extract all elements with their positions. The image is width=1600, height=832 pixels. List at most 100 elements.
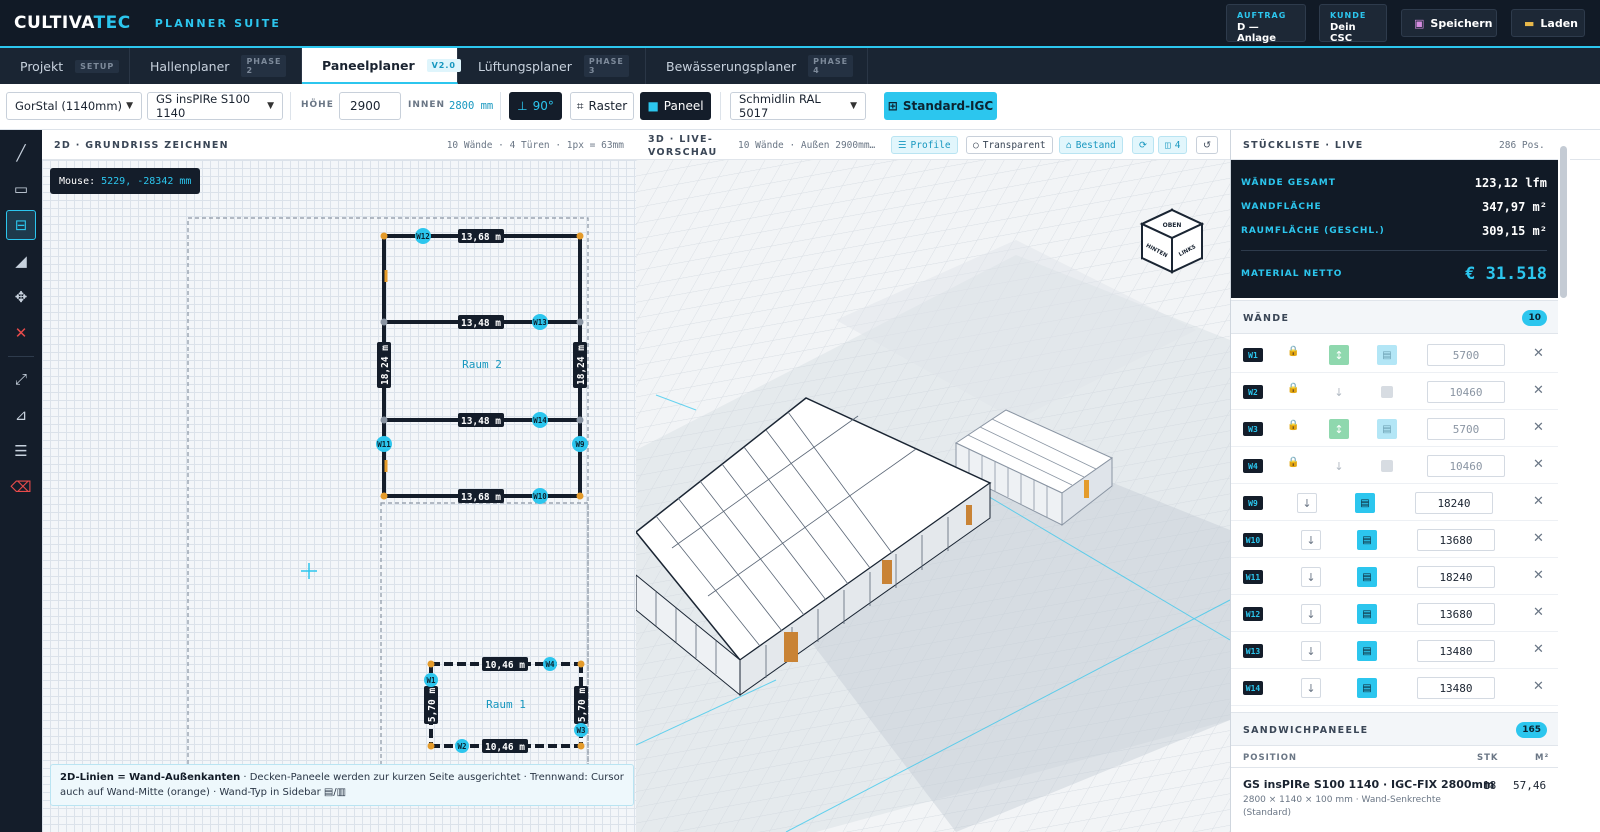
arrow-down-icon[interactable]: ↓ (1329, 382, 1349, 402)
angle-90-button[interactable]: ⊥ 90° (509, 92, 562, 120)
wall-row-w13[interactable]: W13 ↓ ▤ 13480 ✕ (1231, 632, 1559, 669)
wall-direction-icon[interactable]: ↕ (1329, 419, 1349, 439)
panel-2d-header: 2D · GRUNDRISS ZEICHNEN 10 Wände · 4 Tür… (42, 130, 636, 160)
auftrag-box[interactable]: AUFTRAG D — Anlage (1226, 4, 1306, 44)
remove-icon[interactable]: ✕ (1533, 531, 1544, 546)
wall-type-icon[interactable]: ▤ (1357, 567, 1377, 587)
lock-icon[interactable]: 🔒 (1287, 383, 1299, 394)
rectangle-tool-icon[interactable]: ▭ (6, 174, 36, 204)
wall-row-w12[interactable]: W12 ↓ ▤ 13680 ✕ (1231, 595, 1559, 632)
color-select[interactable]: Schmidlin RAL 5017 ▼ (730, 92, 866, 120)
standard-igc-button[interactable]: ⊞ Standard-IGC (884, 92, 997, 120)
tab-paneelplaner[interactable]: Paneelplaner V2.0 (302, 48, 461, 84)
wall-type-icon[interactable] (1381, 386, 1393, 398)
stueckliste-pos-count: 286 Pos. (1499, 140, 1545, 151)
wall-row-w9[interactable]: W9 ↓ ▤ 18240 ✕ (1231, 484, 1559, 521)
view-cube[interactable]: OBEN HINTEN LINKS (1139, 208, 1205, 274)
wall-row-w14[interactable]: W14 ↓ ▤ 13480 ✕ (1231, 669, 1559, 706)
lock-icon[interactable]: 🔒 (1287, 420, 1299, 431)
tab-lueftungsplaner[interactable]: Lüftungsplaner PHASE 3 (458, 48, 646, 84)
eraser-tool-icon[interactable]: ⌫ (6, 472, 36, 502)
panels-section-header[interactable]: SANDWICHPANEELE 165 (1231, 712, 1559, 746)
wall-type-icon[interactable]: ▤ (1357, 530, 1377, 550)
remove-icon[interactable]: ✕ (1533, 642, 1544, 657)
raster-button[interactable]: ⌗ Raster (570, 92, 634, 120)
floppy-icon: ▣ (1414, 16, 1425, 30)
svg-text:W9: W9 (575, 440, 585, 449)
chip-bestand[interactable]: ⌂ Bestand (1059, 136, 1123, 154)
remove-icon[interactable]: ✕ (1533, 420, 1544, 435)
stueckliste-title: STÜCKLISTE · LIVE (1243, 140, 1364, 151)
wall-direction-icon[interactable]: ↕ (1329, 345, 1349, 365)
app-window: CULTIVATEC PLANNER SUITE AUFTRAG D — Anl… (0, 0, 1600, 832)
tab-bewaesserungsplaner[interactable]: Bewässerungsplaner PHASE 4 (646, 48, 868, 84)
remove-icon[interactable]: ✕ (1533, 457, 1544, 472)
tab-hallenplaner[interactable]: Hallenplaner PHASE 2 (130, 48, 302, 84)
remove-icon[interactable]: ✕ (1533, 679, 1544, 694)
resize-tool-icon[interactable]: ⤢ (6, 364, 36, 394)
load-button[interactable]: ▬ Laden (1511, 9, 1585, 37)
wall-type-icon[interactable]: ▤ (1357, 641, 1377, 661)
remove-icon[interactable]: ✕ (1533, 568, 1544, 583)
refresh-icon[interactable]: ⟳ (1132, 136, 1154, 154)
wall-row-w11[interactable]: W11 ↓ ▤ 18240 ✕ (1231, 558, 1559, 595)
scrollbar-thumb[interactable] (1560, 146, 1567, 298)
arrow-down-icon[interactable]: ↓ (1301, 567, 1321, 587)
chevron-down-icon: ▼ (850, 101, 857, 111)
room2-doors (384, 270, 580, 472)
wall-type-icon[interactable]: ▤ (1355, 493, 1375, 513)
wall-row-w4[interactable]: W4 🔒 ↓ 10460 ✕ (1231, 447, 1559, 484)
remove-icon[interactable]: ✕ (1533, 494, 1544, 509)
auftrag-value: D — Anlage (1237, 22, 1276, 44)
wall-type-icon[interactable]: ▤ (1357, 678, 1377, 698)
arrow-down-icon[interactable]: ↓ (1301, 678, 1321, 698)
arrow-down-icon[interactable]: ↓ (1297, 493, 1317, 513)
home-icon: ⌂ (1066, 139, 1072, 151)
lock-icon[interactable]: 🔒 (1287, 457, 1299, 468)
reset-view-icon[interactable]: ↺ (1196, 136, 1218, 154)
lock-icon[interactable]: 🔒 (1287, 346, 1299, 357)
wall-type-icon[interactable]: ▤ (1357, 604, 1377, 624)
arrow-down-icon[interactable]: ↓ (1329, 456, 1349, 476)
move-tool-icon[interactable]: ✥ (6, 282, 36, 312)
arrow-down-icon[interactable]: ↓ (1301, 604, 1321, 624)
wall-row-w3[interactable]: W3 🔒 ↕ ▤ 5700 ✕ (1231, 410, 1559, 447)
remove-icon[interactable]: ✕ (1533, 605, 1544, 620)
panel-select[interactable]: GS insPIRe S100 1140 ▼ (147, 92, 283, 120)
height-input[interactable]: 2900 (339, 92, 401, 120)
toolbar-divider (500, 92, 501, 120)
partition-tool-icon[interactable]: ⊟ (6, 210, 36, 240)
tab-projekt[interactable]: Projekt SETUP (0, 48, 130, 84)
chip-profile[interactable]: ☰ Profile (891, 136, 958, 154)
measure-tool-icon[interactable]: ⊿ (6, 400, 36, 430)
paneel-button[interactable]: ■ Paneel (640, 92, 711, 120)
remove-icon[interactable]: ✕ (1533, 383, 1544, 398)
kunde-box[interactable]: KUNDE Dein CSC (1319, 4, 1387, 44)
room2-label: Raum 2 (462, 358, 502, 371)
wall-type-icon[interactable]: ▤ (1377, 345, 1397, 365)
dim-mid2: 13,48 m (461, 416, 501, 427)
save-button[interactable]: ▣ Speichern (1401, 9, 1497, 37)
floorplan-drawing[interactable]: 13,68 m 13,48 m 13,48 m 13,68 m 18,24 m … (42, 160, 636, 832)
remove-icon[interactable]: ✕ (1533, 346, 1544, 361)
svg-text:W12: W12 (416, 232, 430, 241)
wall-type-icon[interactable]: ▤ (1377, 419, 1397, 439)
grid-icon: ⊞ (887, 99, 898, 113)
panel-row[interactable]: GS insPIRe S100 1140 · IGC-FIX 2800mm 28… (1231, 770, 1559, 818)
arrow-down-icon[interactable]: ↓ (1301, 530, 1321, 550)
profile-select[interactable]: GorStal (1140mm) ▼ (6, 92, 142, 120)
angle-tool-icon[interactable]: ◢ (6, 246, 36, 276)
arrow-down-icon[interactable]: ↓ (1301, 641, 1321, 661)
wall-row-w10[interactable]: W10 ↓ ▤ 13680 ✕ (1231, 521, 1559, 558)
walls-section-header[interactable]: WÄNDE 10 (1231, 300, 1559, 334)
hint-box: 2D-Linien = Wand-Außenkanten · Decken-Pa… (50, 764, 634, 806)
line-tool-icon[interactable]: ╱ (6, 138, 36, 168)
list-tool-icon[interactable]: ☰ (6, 436, 36, 466)
delete-tool-icon[interactable]: ✕ (6, 318, 36, 348)
3d-viewport[interactable]: OBEN HINTEN LINKS (636, 160, 1230, 832)
chip-split-view[interactable]: ◫ 4 (1158, 136, 1188, 154)
chip-transparent[interactable]: ○ Transparent (966, 136, 1053, 154)
wall-type-icon[interactable] (1381, 460, 1393, 472)
wall-row-w2[interactable]: W2 🔒 ↓ 10460 ✕ (1231, 373, 1559, 410)
wall-row-w1[interactable]: W1 🔒 ↕ ▤ 5700 ✕ (1231, 336, 1559, 373)
